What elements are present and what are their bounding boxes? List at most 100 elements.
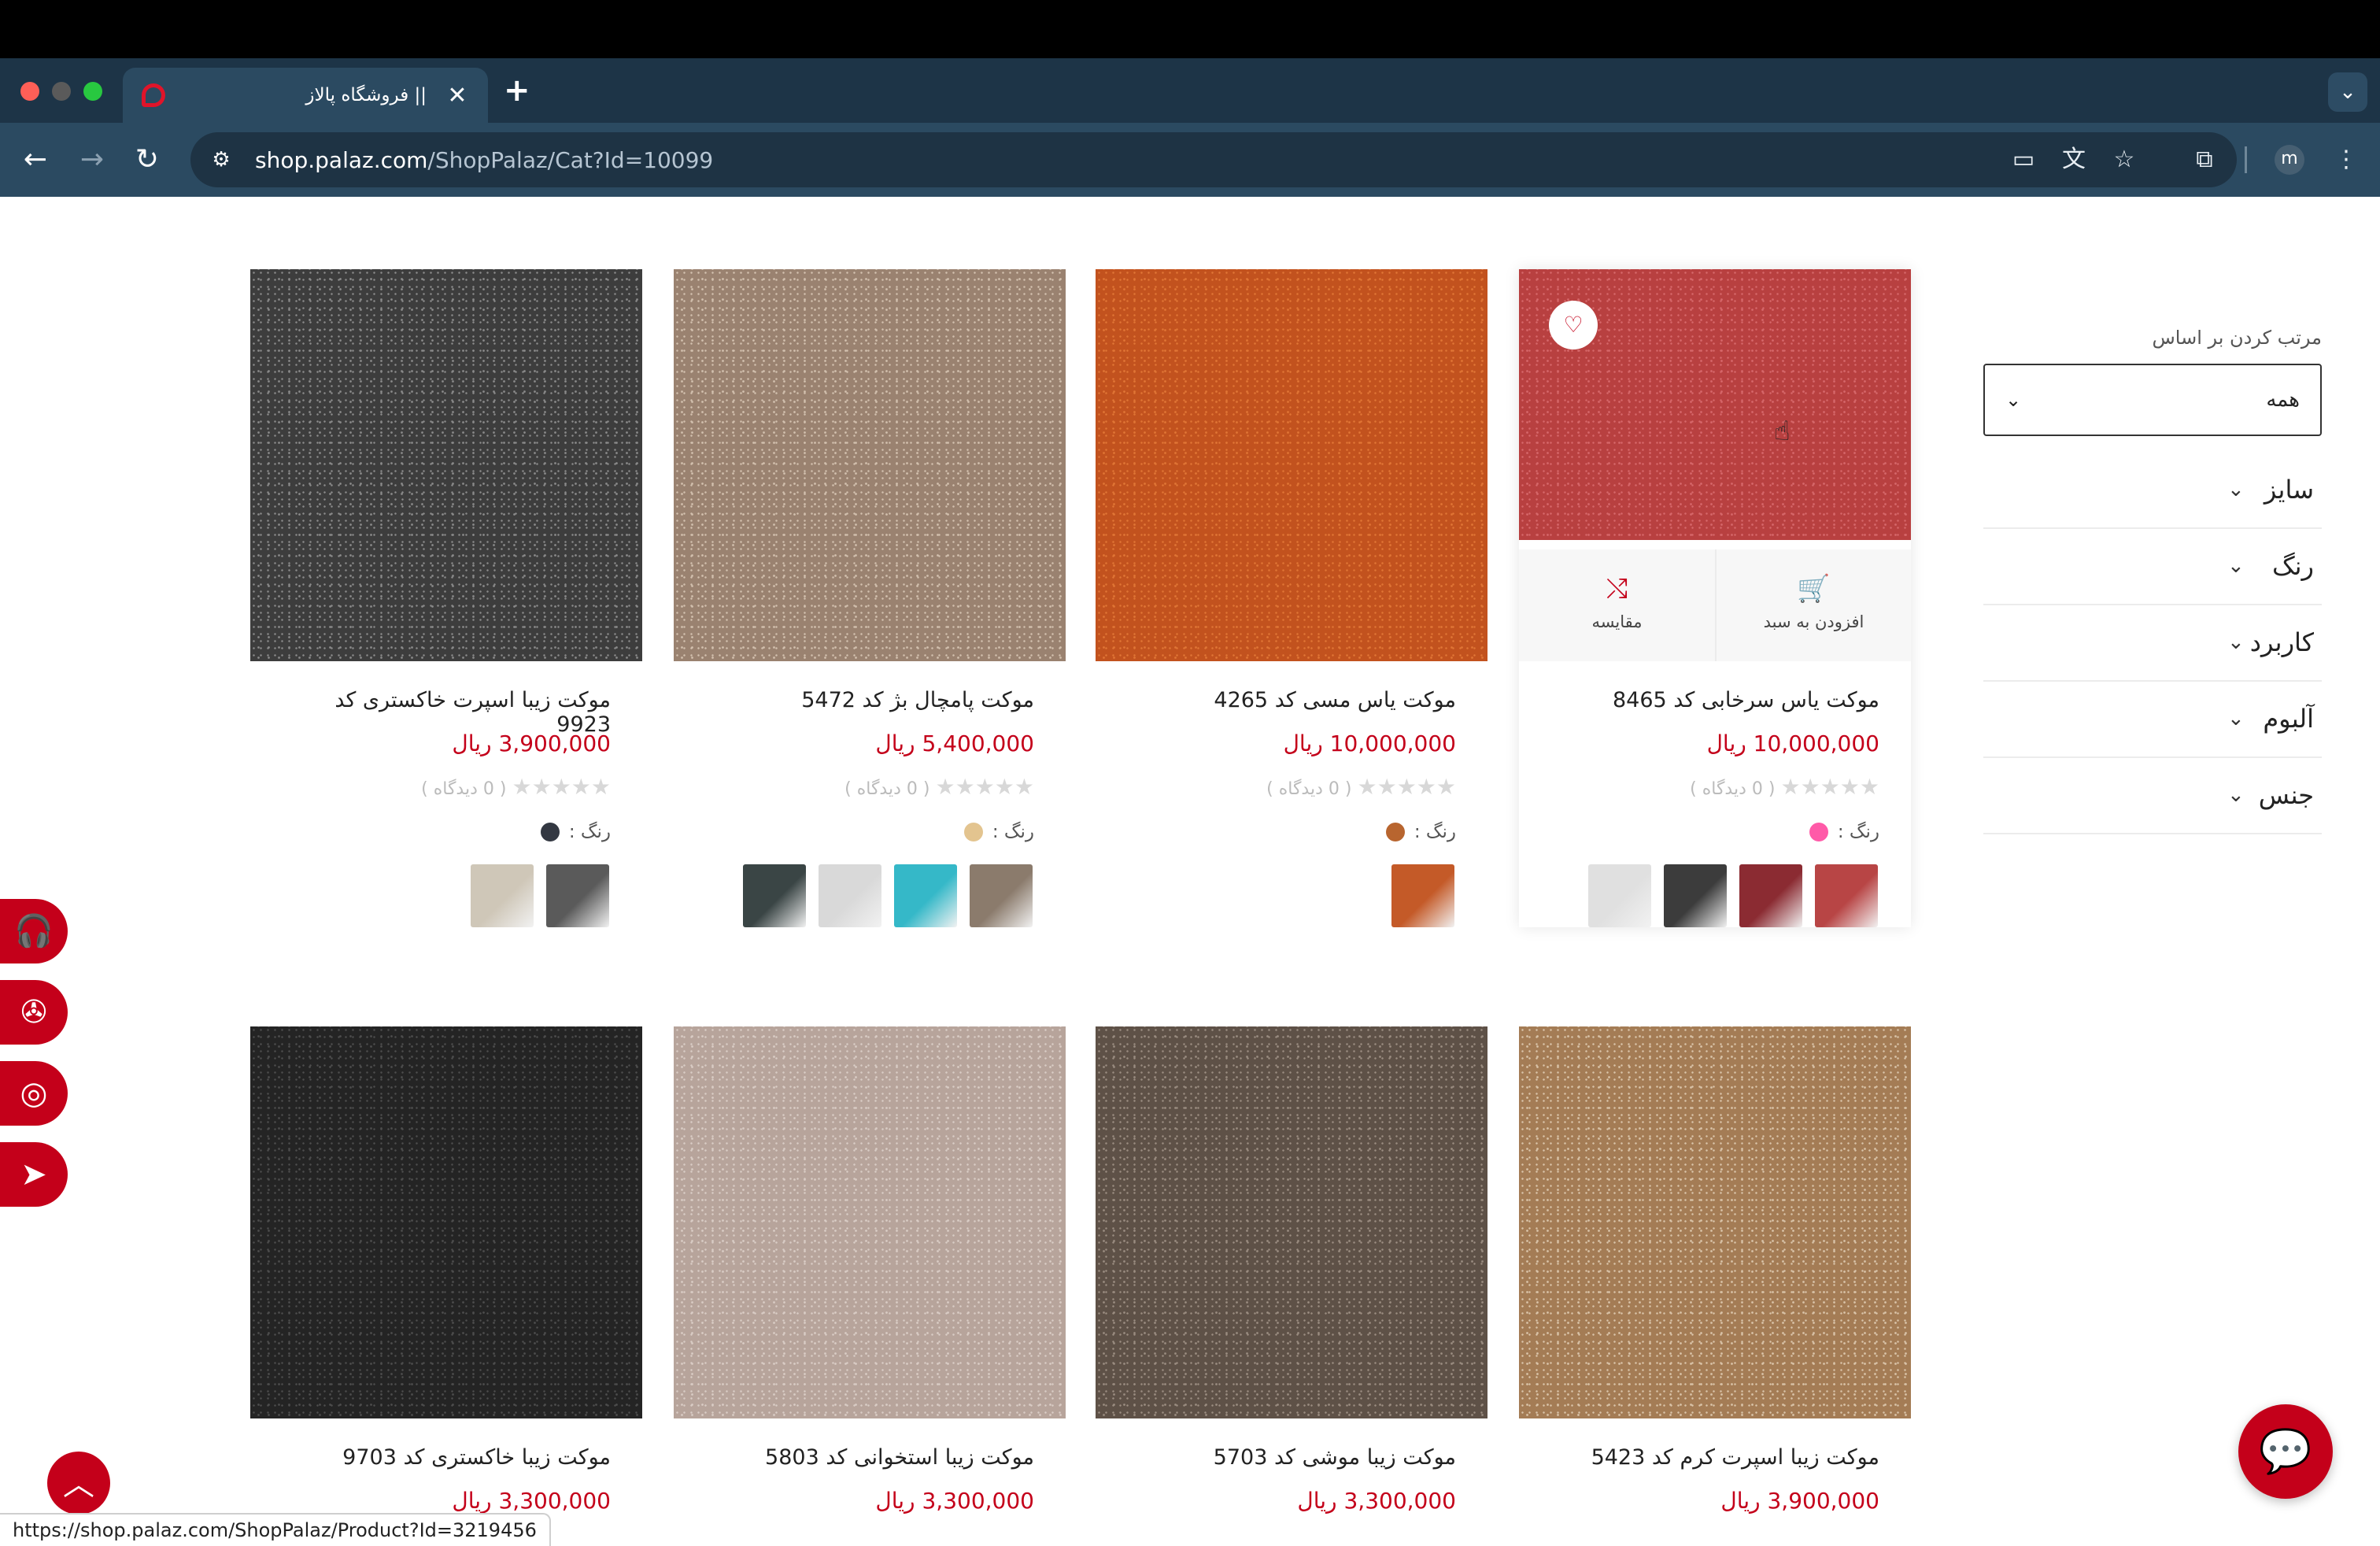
chevron-down-icon: ⌄ (2227, 707, 2245, 730)
product-image[interactable] (1096, 1026, 1488, 1418)
color-swatch[interactable] (1385, 823, 1405, 841)
product-price: 10,000,000 ریال (1706, 730, 1879, 756)
compare-label: مقایسه (1591, 612, 1643, 631)
product-price: 3,300,000 ریال (875, 1488, 1034, 1514)
color-swatch[interactable] (963, 823, 983, 841)
product-image[interactable] (250, 269, 642, 661)
site-info-icon[interactable]: ⚙ (201, 148, 241, 172)
gallery-thumbnail[interactable] (819, 864, 881, 927)
menu-bar-area (0, 0, 2380, 58)
review-count: ( 0 دیدگاه ) (421, 779, 507, 799)
browser-menu-icon[interactable]: ⋮ (2326, 140, 2366, 179)
screen: || فروشگاه پالاز ✕ + ⌄ ← → ↻ ⚙ shop.pala… (0, 0, 2380, 1546)
gallery-thumbnail[interactable] (1739, 864, 1802, 927)
extensions-icon[interactable]: ⧉ (2185, 140, 2224, 179)
product-card[interactable]: موکت زیبا خاکستری کد 9703 3,300,000 ریال (250, 1026, 642, 1514)
instagram-icon[interactable]: ◎ (0, 1061, 68, 1126)
gallery-thumbnail[interactable] (1588, 864, 1651, 927)
headset-icon[interactable]: 🎧 (0, 899, 68, 963)
url-text[interactable]: shop.palaz.com/ShopPalaz/Cat?Id=10099 (255, 147, 713, 173)
reload-icon[interactable]: ↻ (128, 140, 167, 179)
product-card[interactable]: موکت زیبا اسپرت کرم کد 5423 3,900,000 ریا… (1519, 1026, 1911, 1514)
product-name[interactable]: موکت زیبا استخوانی کد 5803 (674, 1445, 1066, 1477)
gallery-thumbnail[interactable] (1391, 864, 1454, 927)
browser-tab[interactable]: || فروشگاه پالاز ✕ (123, 68, 488, 123)
tab-title: || فروشگاه پالاز (305, 85, 427, 105)
sort-label: مرتب کردن بر اساس (2152, 327, 2322, 349)
product-price: 3,900,000 ریال (452, 730, 611, 756)
product-name[interactable]: موکت پامچال بژ کد 5472 (674, 688, 1066, 719)
product-image[interactable] (674, 1026, 1066, 1418)
chevron-down-icon: ⌄ (2005, 389, 2022, 411)
product-name[interactable]: موکت زیبا اسپرت خاکستری کد 9923 (250, 688, 642, 737)
color-row: رنگ : (674, 822, 1066, 842)
close-window-button[interactable] (20, 82, 39, 101)
toolbar-separator (2245, 146, 2247, 173)
color-swatch[interactable] (540, 823, 560, 841)
sort-selected-value: همه (2266, 388, 2300, 412)
product-card[interactable]: موکت یاس مسی کد 4265 10,000,000 ریال ★★★★★… (1096, 269, 1488, 927)
color-row: رنگ : (1519, 822, 1911, 842)
tab-search-button[interactable]: ⌄ (2328, 72, 2367, 112)
maximize-window-button[interactable] (83, 82, 102, 101)
product-name[interactable]: موکت یاس سرخابی کد 8465 (1519, 688, 1911, 719)
product-image[interactable] (1519, 1026, 1911, 1418)
address-bar[interactable]: ⚙ shop.palaz.com/ShopPalaz/Cat?Id=10099 (190, 132, 2237, 187)
add-to-cart-button[interactable]: 🛒 افزودن به سبد (1715, 549, 1911, 661)
product-card[interactable]: موکت پامچال بژ کد 5472 5,400,000 ریال ★★★★… (674, 269, 1066, 927)
product-card[interactable]: موکت زیبا موشی کد 5703 3,300,000 ریال (1096, 1026, 1488, 1514)
gallery-thumbnail[interactable] (743, 864, 806, 927)
product-price: 3,300,000 ریال (452, 1488, 611, 1514)
product-card[interactable]: موکت زیبا استخوانی کد 5803 3,300,000 ریال (674, 1026, 1066, 1514)
gallery-thumbnail[interactable] (1815, 864, 1878, 927)
gallery-thumbnails (674, 864, 1066, 927)
color-swatch[interactable] (1809, 823, 1828, 841)
new-tab-button[interactable]: + (504, 72, 530, 109)
palaz-favicon-icon (142, 83, 165, 107)
product-name[interactable]: موکت زیبا موشی کد 5703 (1096, 1445, 1488, 1477)
product-card[interactable]: ♡ ⤭ مقایسه 🛒 افزودن به سبد موکت یاس سرخابی کد… (1519, 269, 1911, 927)
bookmark-star-icon[interactable]: ☆ (2105, 140, 2144, 179)
filter-accordion[interactable]: آلبوم ⌄ (1983, 681, 2322, 758)
review-count: ( 0 دیدگاه ) (1266, 779, 1352, 799)
tab-close-icon[interactable]: ✕ (445, 82, 469, 109)
filter-accordion[interactable]: کاربرد ⌄ (1983, 605, 2322, 682)
forward-icon[interactable]: → (72, 140, 112, 179)
sort-select[interactable]: همه ⌄ (1983, 364, 2322, 436)
product-image[interactable] (250, 1026, 642, 1418)
product-rating: ★★★★★ ( 0 دیدگاه ) (250, 774, 642, 800)
product-name[interactable]: موکت زیبا اسپرت کرم کد 5423 (1519, 1445, 1911, 1477)
product-image[interactable] (1096, 269, 1488, 661)
chat-support-button[interactable]: 💬 (2238, 1404, 2333, 1499)
product-image[interactable] (674, 269, 1066, 661)
gallery-thumbnail[interactable] (894, 864, 957, 927)
gallery-thumbnail[interactable] (471, 864, 534, 927)
gallery-thumbnail[interactable] (546, 864, 609, 927)
minimize-window-button[interactable] (52, 82, 71, 101)
gallery-thumbnails (1519, 864, 1911, 927)
product-name[interactable]: موکت یاس مسی کد 4265 (1096, 688, 1488, 719)
scroll-to-top-button[interactable]: ︿ (47, 1452, 110, 1515)
telegram-icon[interactable]: ➤ (0, 1142, 68, 1207)
product-card[interactable]: موکت زیبا اسپرت خاکستری کد 9923 3,900,000… (250, 269, 642, 927)
gallery-thumbnail[interactable] (1664, 864, 1727, 927)
product-name[interactable]: موکت زیبا خاکستری کد 9703 (250, 1445, 642, 1477)
product-image[interactable]: ♡ (1519, 269, 1911, 540)
color-label: رنگ : (992, 822, 1034, 842)
filter-accordion[interactable]: سایز ⌄ (1983, 452, 2322, 529)
product-price: 10,000,000 ریال (1283, 730, 1456, 756)
compare-button[interactable]: ⤭ مقایسه (1519, 549, 1715, 661)
filter-label: رنگ (2272, 551, 2314, 581)
profile-avatar[interactable]: m (2275, 145, 2304, 175)
translate-icon[interactable]: 文 (2054, 140, 2094, 179)
back-icon[interactable]: ← (16, 140, 55, 179)
filter-accordion[interactable]: جنس ⌄ (1983, 757, 2322, 834)
review-count: ( 0 دیدگاه ) (1690, 779, 1776, 799)
gallery-thumbnail[interactable] (970, 864, 1033, 927)
aparat-icon[interactable]: ✇ (0, 980, 68, 1045)
product-price: 5,400,000 ریال (875, 730, 1034, 756)
install-app-icon[interactable]: ▭ (2004, 140, 2043, 179)
heart-icon[interactable]: ♡ (1549, 301, 1598, 350)
filter-accordion[interactable]: رنگ ⌄ (1983, 528, 2322, 605)
color-row: رنگ : (1096, 822, 1488, 842)
